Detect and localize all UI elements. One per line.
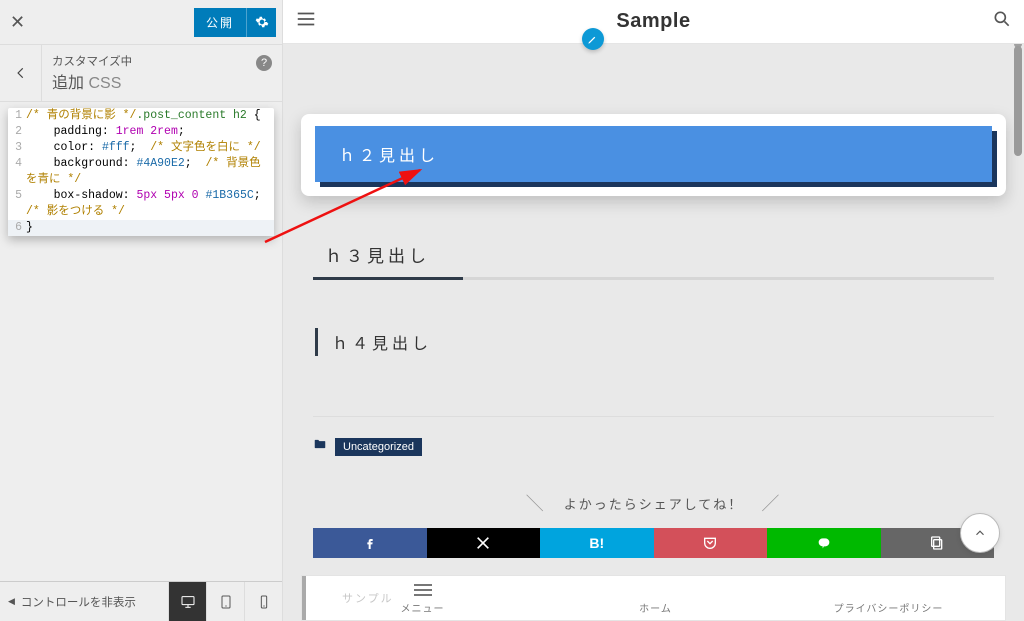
code-comment: /* 影をつける */ bbox=[26, 205, 125, 218]
section-header: カスタマイズ中 追加 CSS ? bbox=[0, 44, 282, 102]
h4-heading: ｈ４見出し bbox=[315, 328, 992, 356]
code-value: #fff bbox=[102, 141, 130, 154]
section-title: 追加 CSS bbox=[52, 69, 272, 93]
device-desktop-button[interactable] bbox=[168, 582, 206, 621]
share-x[interactable] bbox=[427, 528, 541, 558]
publish-button[interactable]: 公開 bbox=[194, 8, 246, 37]
code-prop: background bbox=[54, 157, 123, 170]
slash-icon: ＼ bbox=[526, 490, 546, 516]
folder-icon bbox=[313, 437, 327, 456]
category-tag[interactable]: Uncategorized bbox=[335, 438, 422, 456]
section-title-thin: CSS bbox=[88, 75, 121, 92]
line-icon bbox=[816, 535, 832, 551]
section-title-prefix: 追加 bbox=[52, 75, 84, 92]
share-facebook[interactable] bbox=[313, 528, 427, 558]
device-mobile-button[interactable] bbox=[244, 582, 282, 621]
tablet-icon bbox=[218, 594, 234, 610]
code-brace: { bbox=[247, 109, 261, 122]
code-prop: box-shadow bbox=[54, 189, 123, 202]
chevron-left-icon bbox=[14, 66, 28, 80]
desktop-icon bbox=[180, 594, 196, 610]
code-value: #4A90E2 bbox=[136, 157, 184, 170]
slash-icon: ／ bbox=[761, 490, 781, 516]
code-comment: /* 文字色を白に */ bbox=[150, 141, 260, 154]
additional-css-editor[interactable]: 1/* 青の背景に影 */.post_content h2 { 2 paddin… bbox=[8, 108, 274, 236]
code-prop: padding bbox=[54, 125, 102, 138]
section-titles: カスタマイズ中 追加 CSS ? bbox=[42, 45, 282, 101]
code-brace: } bbox=[26, 221, 33, 234]
share-hatena[interactable]: B! bbox=[540, 528, 654, 558]
chevron-up-icon bbox=[973, 526, 987, 540]
sidebar-top-bar: ✕ 公開 bbox=[0, 0, 282, 44]
code-value: #1B365C bbox=[205, 189, 253, 202]
publish-settings-button[interactable] bbox=[246, 8, 276, 37]
code-prop: color bbox=[54, 141, 89, 154]
nav-label: プライバシーポリシー bbox=[834, 600, 944, 615]
divider bbox=[313, 416, 994, 417]
menu-toggle[interactable] bbox=[295, 8, 317, 35]
code-value: 5px 5px 0 bbox=[136, 189, 198, 202]
device-tablet-button[interactable] bbox=[206, 582, 244, 621]
nav-privacy[interactable]: プライバシーポリシー bbox=[772, 576, 1005, 620]
pencil-icon bbox=[587, 34, 598, 45]
hamburger-icon bbox=[414, 589, 432, 591]
nav-home[interactable]: ホーム bbox=[539, 576, 772, 620]
facebook-icon bbox=[362, 535, 378, 551]
category-row: Uncategorized bbox=[313, 437, 994, 456]
section-breadcrumb: カスタマイズ中 bbox=[52, 53, 272, 69]
code-comment: /* 青の背景に影 */ bbox=[26, 109, 136, 122]
share-text: よかったらシェアしてね！ bbox=[564, 494, 744, 513]
share-heading: ＼ よかったらシェアしてね！ ／ bbox=[301, 490, 1006, 516]
h2-highlight-card: ｈ２見出し bbox=[301, 114, 1006, 196]
code-selector: .post_content h2 bbox=[136, 109, 246, 122]
customizer-sidebar: ✕ 公開 カスタマイズ中 追加 CSS ? 1/* 青の背景に影 */.post… bbox=[0, 0, 283, 621]
mobile-icon bbox=[256, 594, 272, 610]
nav-label: メニュー bbox=[401, 600, 445, 615]
share-line[interactable] bbox=[767, 528, 881, 558]
hamburger-icon bbox=[295, 8, 317, 30]
post-content: ｈ２見出し ｈ３見出し ｈ４見出し Uncategorized ＼ よかったらシ… bbox=[283, 44, 1024, 558]
search-button[interactable] bbox=[992, 9, 1012, 34]
scroll-to-top[interactable] bbox=[960, 513, 1000, 553]
h3-heading: ｈ３見出し bbox=[313, 236, 994, 280]
close-customizer-button[interactable]: ✕ bbox=[10, 12, 25, 33]
site-title: Sample bbox=[616, 10, 690, 33]
gear-icon bbox=[255, 15, 269, 29]
nav-label: ホーム bbox=[639, 600, 672, 615]
x-icon bbox=[475, 535, 491, 551]
publish-group: 公開 bbox=[194, 8, 276, 37]
preview-pane: Sample ｈ２見出し ｈ３見出し ｈ４見出し Uncategorized ＼… bbox=[283, 0, 1024, 621]
help-icon[interactable]: ? bbox=[256, 55, 272, 71]
hide-controls-label: コントロールを非表示 bbox=[21, 594, 136, 610]
h2-heading: ｈ２見出し bbox=[315, 126, 992, 182]
nav-faint-text: サンプル bbox=[342, 590, 394, 606]
hide-controls-button[interactable]: ◀ コントロールを非表示 bbox=[0, 594, 168, 610]
back-button[interactable] bbox=[0, 45, 42, 101]
customizer-footer: ◀ コントロールを非表示 bbox=[0, 581, 282, 621]
pocket-icon bbox=[702, 535, 718, 551]
nav-menu[interactable]: サンプル メニュー bbox=[302, 576, 539, 620]
content-scrollbar[interactable] bbox=[1014, 46, 1022, 156]
bottom-nav: サンプル メニュー ホーム プライバシーポリシー bbox=[301, 575, 1006, 621]
share-pocket[interactable] bbox=[654, 528, 768, 558]
triangle-left-icon: ◀ bbox=[8, 596, 15, 607]
site-header: Sample bbox=[283, 0, 1024, 44]
share-buttons: B! bbox=[313, 528, 994, 558]
code-value: 1rem 2rem bbox=[116, 125, 178, 138]
copy-icon bbox=[929, 535, 945, 551]
search-icon bbox=[992, 9, 1012, 29]
